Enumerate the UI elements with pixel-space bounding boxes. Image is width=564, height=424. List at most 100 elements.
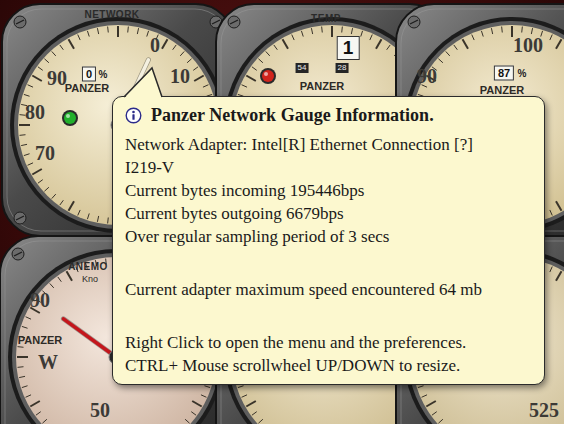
screw [228,16,240,28]
dial-tick [274,45,278,50]
dial-tick [331,26,333,37]
dial-tick [187,59,191,63]
dial-tick [283,39,289,49]
dial-tick [550,35,552,40]
gauge-unit-label: % [99,69,108,80]
dial-tick [30,401,40,407]
dial-tick [19,124,30,126]
dial-tick [38,67,43,71]
dial-tick [446,51,450,55]
gauge-title-label: NETWORK [84,9,139,20]
screw [12,248,24,260]
gauge-scale-label: 50 [90,399,110,421]
dial-tick [242,395,247,397]
dial-tick [432,412,437,416]
dial-tick [36,412,41,416]
dial-tick [266,51,270,55]
tooltip-line: Current adapter maximum speed encountere… [125,278,532,301]
tooltip-header: Panzer Network Gauge Information. [125,103,532,127]
dial-tick [341,27,343,33]
dial-tick [60,200,64,205]
dial-tick [18,366,24,368]
dial-tick [242,85,247,87]
tooltip-title: Panzer Network Gauge Information. [151,103,434,127]
dial-tick [20,114,26,116]
dial-tick [180,51,184,55]
dial-tick [24,94,30,96]
gauge-scale-label: W [38,351,58,373]
gauge-digit-large-label: 1 [337,36,360,60]
dial-tick [22,326,28,328]
dial-tick [17,356,28,358]
dial-tick [78,210,80,215]
dial-tick [147,31,149,37]
dial-tick [521,27,523,33]
dial-tick [550,210,552,215]
dial-tick [246,76,256,82]
gauge-brand-label: PANZER [18,334,62,346]
dial-tick [454,45,458,50]
dial-tick [162,39,168,49]
dial-tick [185,419,189,423]
screw [408,16,420,28]
dial-tick [52,51,56,55]
dial-tick [252,67,257,71]
tooltip-paragraph: Current adapter maximum speed encountere… [125,278,532,301]
dial-tick [21,144,27,145]
gauge-small-digit-label: 28 [336,63,349,73]
gauge-scale-label: 525 [529,399,559,421]
dial-tick [463,39,469,49]
dial-tick [301,31,303,37]
gauge-digit-label: 87 [494,66,514,81]
screw [14,16,26,28]
dial-tick [361,31,363,37]
gauge-title-label: ANEMO [68,261,108,272]
dial-tick [491,28,492,34]
dial-tick [44,59,48,63]
gauge-brand-label: PANZER [480,84,524,96]
gauge-small-digit-label: 54 [296,63,309,73]
dial-tick [194,76,204,82]
dial-tick [311,28,312,34]
dial-tick [137,28,138,34]
dial-tick [42,419,46,423]
gauge-brand-label: PANZER [300,80,344,92]
dial-tick [351,28,352,34]
gauge-brand-label: PANZER [65,82,109,94]
needle [63,319,116,357]
dial-tick [18,346,24,348]
dial-tick [193,67,198,71]
dial-tick [258,419,262,423]
tooltip-line: CTRL+ Mouse scrollwheel UP/DOWN to resiz… [125,354,532,377]
dial-tick [376,39,382,49]
dial-tick [438,59,442,63]
tooltip-line: Current bytes outgoing 6679bps [125,202,532,225]
dial-tick [556,271,562,281]
dial-tick [422,395,427,397]
gauge-title-label: TEMP [311,13,341,24]
status-lamp [62,110,78,126]
dial-tick [38,180,43,184]
gauge-scale-label: 0 [150,34,160,56]
dial-tick [22,386,28,388]
dial-tick [26,395,31,397]
dial-tick [321,27,323,33]
dial-tick [20,134,26,136]
tooltip-paragraph: Right Click to open the menu and the pre… [125,331,532,377]
dial-tick [252,412,257,416]
status-lamp [260,68,276,84]
tooltip-line: Over regular sampling period of 3 secs [125,225,532,248]
dial-tick [19,376,25,377]
dial-tick [511,26,513,37]
gauge-scale-label: 70 [35,142,55,164]
dial-tick [292,35,294,40]
tooltip-paragraph: Network Adapter: Intel[R] Ethernet Conne… [125,133,532,248]
dial-tick [58,277,62,282]
dial-tick [87,213,89,219]
dial-tick [97,28,98,34]
info-icon [125,107,142,124]
info-tooltip: Panzer Network Gauge Information. Network… [112,96,545,385]
dial-tick [32,169,42,175]
dial-tick [69,201,75,211]
dial-tick [78,35,80,40]
